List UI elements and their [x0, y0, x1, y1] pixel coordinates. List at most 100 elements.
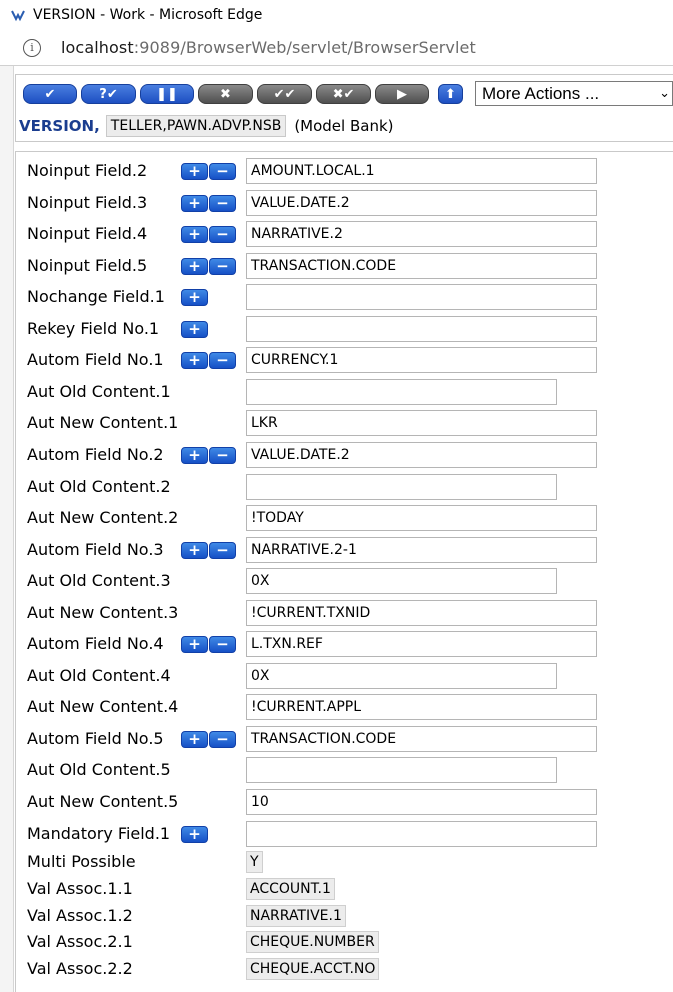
field-input[interactable]: 10	[246, 789, 597, 815]
reverse-button[interactable]: ✖✔	[316, 84, 371, 104]
window-title: VERSION - Work - Microsoft Edge	[33, 7, 263, 23]
field-label: Val Assoc.2.2	[27, 959, 133, 978]
validate-icon: ?✔	[99, 86, 118, 102]
readonly-row: Val Assoc.2.2 CHEQUE.ACCT.NO	[27, 958, 673, 984]
expand-plus-icon[interactable]: +	[181, 321, 208, 338]
field-label: Autom Field No.3	[27, 540, 164, 559]
remove-minus-icon[interactable]: −	[209, 636, 236, 653]
readonly-row: Val Assoc.2.1 CHEQUE.NUMBER	[27, 931, 673, 957]
multivalue-controls: + −	[181, 731, 237, 748]
multivalue-controls: +	[181, 289, 209, 306]
remove-minus-icon[interactable]: −	[209, 352, 236, 369]
form-row: Aut Old Content.3 0X	[27, 568, 673, 594]
field-label: Aut New Content.1	[27, 413, 179, 432]
field-input[interactable]	[246, 379, 557, 405]
expand-plus-icon[interactable]: +	[181, 636, 208, 653]
expand-plus-icon[interactable]: +	[181, 731, 208, 748]
remove-minus-icon[interactable]: −	[209, 731, 236, 748]
field-input[interactable]: TRANSACTION.CODE	[246, 726, 597, 752]
field-input[interactable]: CURRENCY.1	[246, 347, 597, 373]
expand-plus-icon[interactable]: +	[181, 352, 208, 369]
field-label: Aut Old Content.1	[27, 382, 171, 401]
field-label: Noinput Field.2	[27, 161, 148, 180]
form-row: Autom Field No.1 + − CURRENCY.1	[27, 347, 673, 373]
form-row: Mandatory Field.1 +	[27, 821, 673, 847]
field-label: Aut New Content.4	[27, 697, 179, 716]
field-input[interactable]: VALUE.DATE.2	[246, 190, 597, 216]
return-button[interactable]: ⬆	[438, 84, 463, 104]
field-input[interactable]: NARRATIVE.2-1	[246, 537, 597, 563]
remove-minus-icon[interactable]: −	[209, 226, 236, 243]
field-label: Nochange Field.1	[27, 287, 165, 306]
expand-plus-icon[interactable]: +	[181, 163, 208, 180]
field-input[interactable]	[246, 821, 597, 847]
form-row: Aut New Content.4 !CURRENT.APPL	[27, 694, 673, 720]
page-left-gutter	[0, 66, 14, 992]
field-label: Aut New Content.3	[27, 603, 179, 622]
field-input[interactable]: !TODAY	[246, 505, 597, 531]
field-input[interactable]: AMOUNT.LOCAL.1	[246, 158, 597, 184]
field-input[interactable]: TRANSACTION.CODE	[246, 253, 597, 279]
form-row: Aut New Content.3 !CURRENT.TXNID	[27, 600, 673, 626]
field-input[interactable]: !CURRENT.TXNID	[246, 600, 597, 626]
multivalue-controls: + −	[181, 195, 237, 212]
field-input[interactable]	[246, 284, 597, 310]
field-input[interactable]: 0X	[246, 568, 557, 594]
delete-icon: ✖	[220, 86, 231, 102]
remove-minus-icon[interactable]: −	[209, 447, 236, 464]
hold-icon: ❚❚	[156, 86, 178, 102]
field-label: Autom Field No.4	[27, 634, 164, 653]
multivalue-controls: + −	[181, 447, 237, 464]
more-actions-select[interactable]: More Actions ... ⌄	[475, 81, 673, 106]
multivalue-controls: + −	[181, 542, 237, 559]
form-row: Rekey Field No.1 +	[27, 316, 673, 342]
form-row: Nochange Field.1 +	[27, 284, 673, 310]
next-button[interactable]: ▶	[375, 84, 429, 104]
remove-minus-icon[interactable]: −	[209, 258, 236, 275]
readonly-value: CHEQUE.ACCT.NO	[246, 958, 380, 980]
site-info-icon[interactable]: i	[23, 38, 41, 57]
commit-button[interactable]: ✔	[23, 84, 77, 104]
form-row: Autom Field No.3 + − NARRATIVE.2-1	[27, 537, 673, 563]
expand-plus-icon[interactable]: +	[181, 258, 208, 275]
authorise-button[interactable]: ✔✔	[257, 84, 312, 104]
field-label: Aut New Content.2	[27, 508, 179, 527]
expand-plus-icon[interactable]: +	[181, 226, 208, 243]
form-row: Aut New Content.1 LKR	[27, 410, 673, 436]
field-input[interactable]: !CURRENT.APPL	[246, 694, 597, 720]
field-input[interactable]: 0X	[246, 663, 557, 689]
remove-minus-icon[interactable]: −	[209, 163, 236, 180]
field-label: Mandatory Field.1	[27, 824, 171, 843]
expand-plus-icon[interactable]: +	[181, 195, 208, 212]
expand-plus-icon[interactable]: +	[181, 447, 208, 464]
field-label: Val Assoc.1.2	[27, 906, 133, 925]
remove-minus-icon[interactable]: −	[209, 195, 236, 212]
multivalue-controls: + −	[181, 636, 237, 653]
hold-button[interactable]: ❚❚	[140, 84, 194, 104]
url-text[interactable]: localhost:9089/BrowserWeb/servlet/Browse…	[61, 38, 476, 57]
delete-button[interactable]: ✖	[198, 84, 253, 104]
next-icon: ▶	[397, 86, 407, 102]
field-label: Autom Field No.5	[27, 729, 164, 748]
form-row: Noinput Field.5 + − TRANSACTION.CODE	[27, 253, 673, 279]
field-label: Multi Possible	[27, 852, 136, 871]
field-label: Aut Old Content.2	[27, 477, 171, 496]
remove-minus-icon[interactable]: −	[209, 542, 236, 559]
form-row: Aut Old Content.5	[27, 757, 673, 783]
form-row: Autom Field No.5 + − TRANSACTION.CODE	[27, 726, 673, 752]
field-input[interactable]	[246, 757, 557, 783]
field-input[interactable]: L.TXN.REF	[246, 631, 597, 657]
address-bar[interactable]: i localhost:9089/BrowserWeb/servlet/Brow…	[0, 30, 673, 66]
field-input[interactable]: NARRATIVE.2	[246, 221, 597, 247]
field-input[interactable]: LKR	[246, 410, 597, 436]
expand-plus-icon[interactable]: +	[181, 542, 208, 559]
expand-plus-icon[interactable]: +	[181, 289, 208, 306]
expand-plus-icon[interactable]: +	[181, 826, 208, 843]
company-name: (Model Bank)	[294, 117, 394, 135]
field-input[interactable]	[246, 316, 597, 342]
field-input[interactable]: VALUE.DATE.2	[246, 442, 597, 468]
readonly-value: ACCOUNT.1	[246, 878, 335, 900]
field-input[interactable]	[246, 474, 557, 500]
validate-button[interactable]: ?✔	[81, 84, 136, 104]
check-icon: ✔	[44, 86, 56, 102]
